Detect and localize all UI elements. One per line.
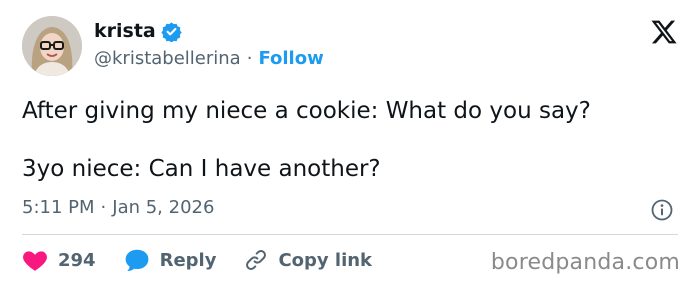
author-display-name[interactable]: krista <box>94 20 156 42</box>
author-handle-row: @kristabellerina · Follow <box>94 48 324 69</box>
follow-button[interactable]: Follow <box>258 48 323 69</box>
tweet-line-2: 3yo niece: Can I have another? <box>22 156 381 182</box>
copy-link-label: Copy link <box>278 249 373 271</box>
tweet-text: After giving my niece a cookie: What do … <box>22 96 682 184</box>
watermark: boredpanda.com <box>490 250 680 275</box>
copy-link-button[interactable]: Copy link <box>244 248 372 272</box>
link-icon <box>244 248 268 272</box>
avatar[interactable] <box>22 16 82 76</box>
tweet-date: Jan 5, 2026 <box>112 197 215 218</box>
tweet-time: 5:11 PM <box>22 197 95 218</box>
author-handle[interactable]: @kristabellerina <box>94 48 241 69</box>
reply-bubble-icon <box>124 248 150 272</box>
tweet-line-1: After giving my niece a cookie: What do … <box>22 98 591 124</box>
timestamp-separator: · <box>100 197 107 218</box>
x-logo-icon[interactable] <box>650 18 678 46</box>
divider <box>22 234 678 235</box>
heart-icon <box>22 248 48 272</box>
like-count: 294 <box>58 249 96 271</box>
tweet-actions: 294 Reply Copy link <box>22 246 400 274</box>
tweet-timestamp[interactable]: 5:11 PM · Jan 5, 2026 <box>22 197 214 218</box>
like-button[interactable]: 294 <box>22 248 96 272</box>
handle-separator: · <box>246 48 253 69</box>
reply-button[interactable]: Reply <box>124 248 217 272</box>
tweet-card: krista @kristabellerina · Follow After g… <box>0 0 700 287</box>
reply-label: Reply <box>159 249 217 271</box>
verified-badge-icon <box>161 21 182 43</box>
author-name-row: krista <box>94 20 182 43</box>
info-icon[interactable] <box>650 198 674 222</box>
